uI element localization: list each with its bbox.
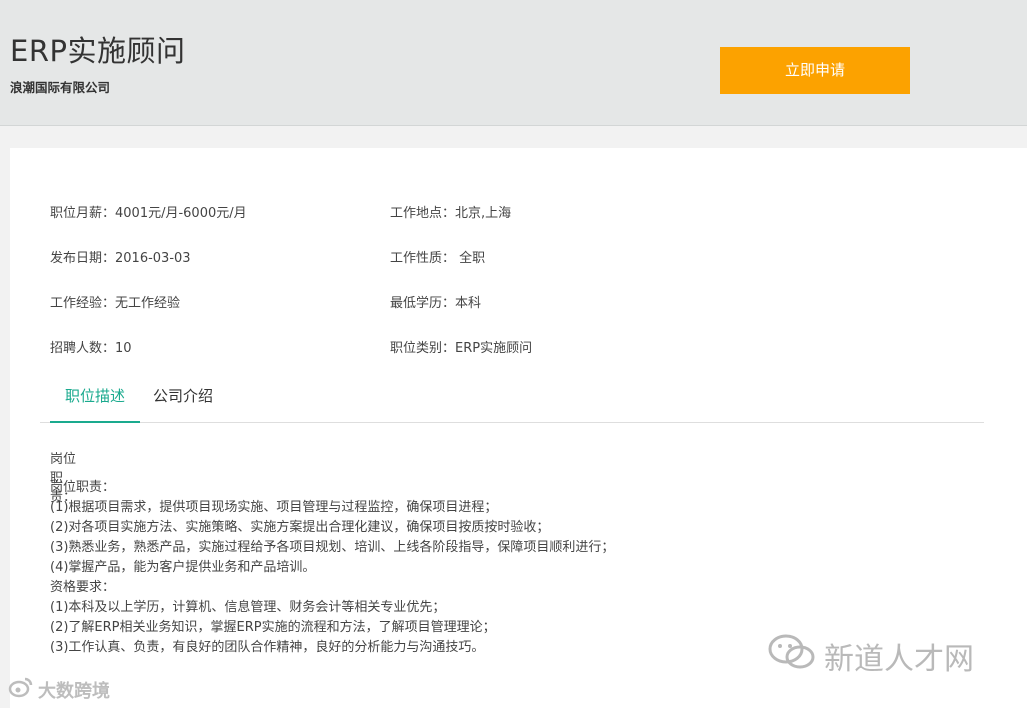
description-line: 资格要求： <box>50 580 116 595</box>
description-line: (1)本科及以上学历，计算机、信息管理、财务会计等相关专业优先； <box>50 600 446 615</box>
watermark-text: 新道人才网 <box>824 642 974 677</box>
job-header: ERP实施顾问 浪潮国际有限公司 立即申请 <box>0 0 1027 126</box>
description-line: (2)对各项目实施方法、实施策略、实施方案提出合理化建议，确保项目按质按时验收； <box>50 520 550 535</box>
salary-info: 职位月薪：4001元/月-6000元/月 <box>50 206 247 221</box>
description-line: (4)掌握产品，能为客户提供业务和产品培训。 <box>50 560 316 575</box>
education-info: 最低学历：本科 <box>390 296 482 311</box>
description-line: (1)根据项目需求，提供项目现场实施、项目管理与过程监控，确保项目进程； <box>50 500 498 515</box>
publish-date-info: 发布日期：2016-03-03 <box>50 251 191 266</box>
category-info: 职位类别：ERP实施顾问 <box>390 341 533 356</box>
headcount-info: 招聘人数：10 <box>50 341 132 356</box>
detail-tabs: 职位描述 公司介绍 <box>40 373 984 423</box>
description-line: (3)工作认真、负责，有良好的团队合作精神，良好的分析能力与沟通技巧。 <box>50 640 485 655</box>
tab-job-description[interactable]: 职位描述 <box>50 373 140 423</box>
job-description-text: 岗位职责： (1)根据项目需求，提供项目现场实施、项目管理与过程监控，确保项目进… <box>50 478 614 658</box>
wechat-icon <box>766 632 818 680</box>
weibo-icon <box>8 676 34 703</box>
watermark-text: 大数跨境 <box>38 680 110 702</box>
experience-info: 工作经验：无工作经验 <box>50 296 181 311</box>
tab-company-intro[interactable]: 公司介绍 <box>153 373 213 423</box>
apply-button[interactable]: 立即申请 <box>720 47 910 94</box>
description-line: (3)熟悉业务，熟悉产品，实施过程给予各项目规划、培训、上线各阶段指导，保障项目… <box>50 540 615 555</box>
description-line: 岗位职责： <box>50 480 116 495</box>
company-name[interactable]: 浪潮国际有限公司 <box>10 77 110 96</box>
description-line: (2)了解ERP相关业务知识，掌握ERP实施的流程和方法，了解项目管理理论； <box>50 620 496 635</box>
watermark-dashu: 大数跨境 <box>8 676 110 703</box>
watermark-xindao: 新道人才网 <box>766 634 974 677</box>
job-type-info: 工作性质： 全职 <box>390 251 486 266</box>
job-title: ERP实施顾问 <box>10 34 186 68</box>
location-info: 工作地点：北京,上海 <box>390 206 512 221</box>
